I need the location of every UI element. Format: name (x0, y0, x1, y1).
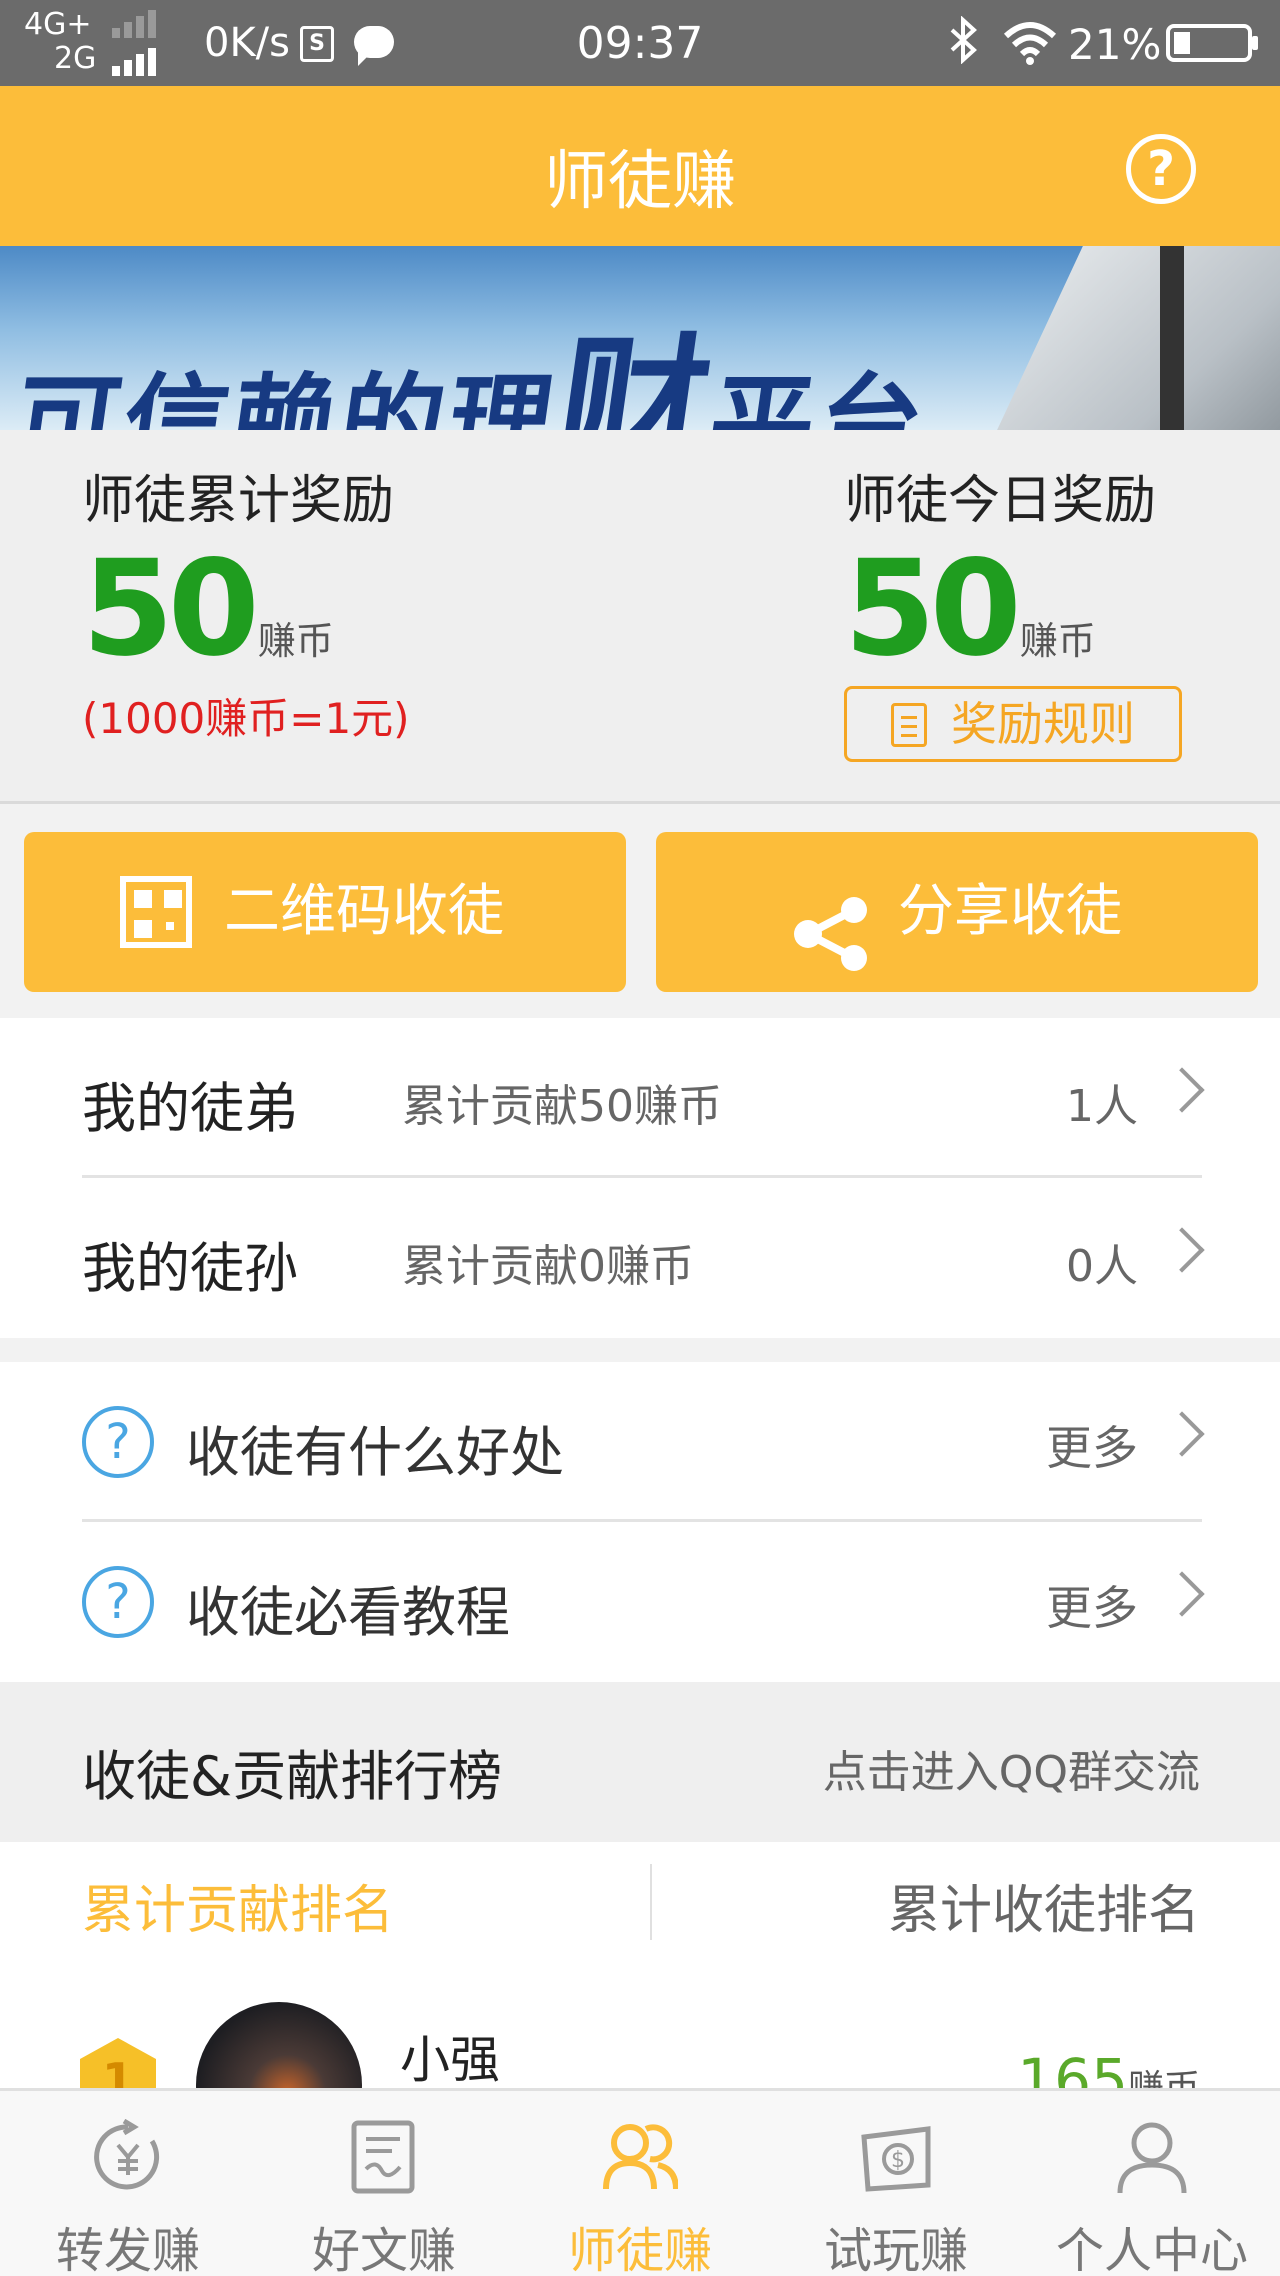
my-disciples-row[interactable]: 我的徒弟 累计贡献50赚币 1人 (82, 1018, 1205, 1178)
nav-trial-earn[interactable]: $ 试玩赚 (768, 2091, 1024, 2276)
faq-benefits-row[interactable]: ? 收徒有什么好处 更多 (82, 1362, 1205, 1522)
reward-rules-button[interactable]: 奖励规则 (844, 686, 1182, 762)
tab-recruit-ranking[interactable]: 累计收徒排名 (888, 1868, 1200, 1943)
bottom-nav: 转发赚 好文赚 师徒赚 $ 试玩赚 个人中心 (0, 2088, 1280, 2276)
svg-text:$: $ (891, 2148, 905, 2173)
nav-forward-earn-label: 转发赚 (55, 2223, 200, 2276)
my-disciples-contribution: 累计贡献50赚币 (402, 1081, 722, 1132)
today-reward: 师徒今日奖励 50 赚币 (844, 458, 1157, 675)
app-header: 师徒赚 ? (0, 86, 1280, 246)
avatar (196, 2002, 362, 2088)
faq-benefits-more: 更多 (1046, 1421, 1138, 1475)
banner-text-b: 财 (545, 319, 725, 430)
chevron-right-icon (1159, 1227, 1205, 1273)
nav-mentor-earn[interactable]: 师徒赚 (512, 2091, 768, 2276)
share-icon (792, 874, 872, 971)
page-title: 师徒赚 (544, 145, 736, 219)
nav-article-earn-label: 好文赚 (311, 2223, 456, 2276)
chevron-right-icon (1159, 1067, 1205, 1113)
total-reward-value: 50 赚币 (82, 543, 410, 675)
nav-profile[interactable]: 个人中心 (1024, 2091, 1280, 2276)
my-grand-disciples-count: 0人 (1066, 1241, 1138, 1292)
question-circle-icon: ? (82, 1406, 154, 1478)
question-circle-icon: ? (82, 1566, 154, 1638)
ranking-score: 165赚币 (1017, 2046, 1200, 2088)
chevron-right-icon (1159, 1571, 1205, 1617)
today-reward-label: 师徒今日奖励 (844, 471, 1157, 531)
disciples-panel: 我的徒弟 累计贡献50赚币 1人 我的徒孙 累计贡献0赚币 0人 (0, 1018, 1280, 1338)
qr-code-icon (120, 876, 192, 948)
building-graphic-edge (1160, 246, 1184, 430)
ranking-score-number: 165 (1017, 2046, 1128, 2088)
banner-text-c: 平台 (701, 361, 935, 430)
nav-mentor-earn-label: 师徒赚 (567, 2223, 712, 2276)
qq-group-link[interactable]: 点击进入QQ群交流 (823, 1736, 1200, 1800)
my-disciples-count: 1人 (1066, 1081, 1138, 1132)
article-icon (346, 2119, 422, 2195)
coin-bag-icon: $ (858, 2119, 934, 2195)
faq-tutorial-label: 收徒必看教程 (186, 1581, 510, 1644)
people-icon (602, 2119, 679, 2195)
building-graphic (997, 246, 1280, 430)
banner-slogan: 可信赖的理财平台 (5, 286, 946, 430)
reward-rules-label: 奖励规则 (951, 697, 1135, 751)
ranking-header: 收徒&贡献排行榜 点击进入QQ群交流 (0, 1682, 1280, 1842)
faq-tutorial-more: 更多 (1046, 1581, 1138, 1635)
my-disciples-label: 我的徒弟 (82, 1077, 298, 1140)
gold-medal-icon: 1 (80, 2038, 156, 2088)
total-reward-unit: 赚币 (257, 619, 334, 663)
ranking-tabs: 累计贡献排名 累计收徒排名 (0, 1842, 1280, 1962)
bluetooth-icon (948, 15, 978, 75)
battery-icon (1166, 24, 1258, 62)
total-reward-number: 50 (82, 532, 260, 686)
share-recruit-label: 分享收徒 (898, 879, 1122, 944)
nav-article-earn[interactable]: 好文赚 (256, 2091, 512, 2276)
share-recruit-button[interactable]: 分享收徒 (656, 832, 1258, 992)
my-grand-disciples-contribution: 累计贡献0赚币 (402, 1241, 694, 1292)
today-reward-unit: 赚币 (1019, 619, 1096, 663)
total-reward: 师徒累计奖励 50 赚币 (1000赚币=1元) (82, 458, 410, 746)
qr-recruit-button[interactable]: 二维码收徒 (24, 832, 626, 992)
user-icon (1114, 2119, 1190, 2195)
total-reward-label: 师徒累计奖励 (82, 471, 395, 531)
nav-profile-label: 个人中心 (1055, 2223, 1248, 2276)
status-bar: 4G+ 2G 0K/s S 09:37 21% (0, 0, 1280, 86)
tab-separator (650, 1864, 652, 1940)
qr-recruit-label: 二维码收徒 (224, 879, 504, 944)
exchange-rate-note: (1000赚币=1元) (82, 694, 410, 743)
ranking-score-unit: 赚币 (1128, 2068, 1200, 2088)
faq-tutorial-row[interactable]: ? 收徒必看教程 更多 (82, 1522, 1205, 1682)
nav-forward-earn[interactable]: 转发赚 (0, 2091, 256, 2276)
nav-trial-earn-label: 试玩赚 (823, 2223, 968, 2276)
document-icon (891, 703, 927, 747)
wifi-icon (1002, 20, 1058, 66)
yuan-cycle-icon (90, 2118, 166, 2195)
faq-panel: ? 收徒有什么好处 更多 ? 收徒必看教程 更多 (0, 1362, 1280, 1682)
banner-text-a: 可信赖的理 (7, 361, 565, 430)
chevron-right-icon (1159, 1411, 1205, 1457)
today-reward-value: 50 赚币 (844, 543, 1156, 675)
faq-benefits-label: 收徒有什么好处 (186, 1421, 564, 1484)
battery-percent: 21% (1068, 20, 1162, 69)
promo-banner[interactable]: 可信赖的理财平台 (0, 246, 1280, 430)
my-grand-disciples-row[interactable]: 我的徒孙 累计贡献0赚币 0人 (82, 1178, 1205, 1338)
help-icon[interactable]: ? (1126, 134, 1196, 204)
my-grand-disciples-label: 我的徒孙 (82, 1237, 298, 1300)
ranking-title: 收徒&贡献排行榜 (82, 1745, 503, 1808)
today-reward-number: 50 (844, 532, 1022, 686)
ranking-user-name: 小强 (400, 2031, 500, 2088)
tab-contribution-ranking[interactable]: 累计贡献排名 (82, 1868, 394, 1943)
ranking-list: 1 小强 165赚币 (0, 1962, 1280, 2088)
rewards-panel: 师徒累计奖励 50 赚币 (1000赚币=1元) 师徒今日奖励 50 赚币 奖励规则 (0, 430, 1280, 804)
